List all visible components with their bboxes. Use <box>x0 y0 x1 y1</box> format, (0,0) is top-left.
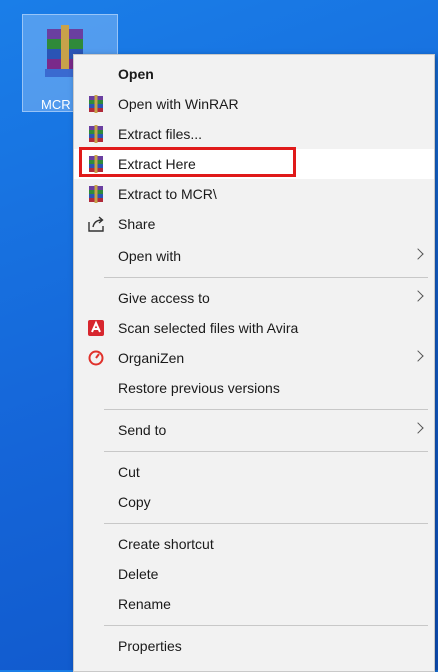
menu-item-label: Properties <box>118 638 182 654</box>
share-icon <box>88 216 104 232</box>
menu-item-label: Extract files... <box>118 126 203 142</box>
menu-item-share[interactable]: Share <box>74 209 434 239</box>
winrar-icon <box>89 125 103 143</box>
menu-item-label: Restore previous versions <box>118 380 280 396</box>
menu-item-open-with-winrar[interactable]: Open with WinRAR <box>74 89 434 119</box>
menu-item-label: Cut <box>118 464 140 480</box>
chevron-right-icon <box>412 248 424 260</box>
winrar-icon <box>89 95 103 113</box>
chevron-right-icon <box>412 422 424 434</box>
menu-item-label: Send to <box>118 422 167 438</box>
menu-item-label: Share <box>118 216 156 232</box>
menu-item-organizen[interactable]: OrganiZen <box>74 343 434 373</box>
menu-item-scan-avira[interactable]: Scan selected files with Avira <box>74 313 434 343</box>
menu-item-open[interactable]: Open <box>74 59 434 89</box>
menu-separator <box>104 277 428 278</box>
menu-separator <box>104 409 428 410</box>
menu-item-label: Rename <box>118 596 171 612</box>
menu-item-label: Open <box>118 66 154 82</box>
menu-item-label: Open with WinRAR <box>118 96 239 112</box>
menu-item-label: Scan selected files with Avira <box>118 320 299 336</box>
menu-item-send-to[interactable]: Send to <box>74 415 434 445</box>
menu-item-label: Open with <box>118 248 182 264</box>
menu-item-label: Delete <box>118 566 159 582</box>
menu-item-label: Copy <box>118 494 151 510</box>
menu-item-give-access-to[interactable]: Give access to <box>74 283 434 313</box>
chevron-right-icon <box>412 350 424 362</box>
menu-item-extract-files[interactable]: Extract files... <box>74 119 434 149</box>
menu-separator <box>104 523 428 524</box>
extract-here-highlight-box <box>79 147 296 177</box>
menu-separator <box>104 625 428 626</box>
menu-item-label: Give access to <box>118 290 210 306</box>
menu-item-restore-previous-versions[interactable]: Restore previous versions <box>74 373 434 403</box>
menu-item-extract-to[interactable]: Extract to MCR\ <box>74 179 434 209</box>
menu-item-copy[interactable]: Copy <box>74 487 434 517</box>
menu-item-cut[interactable]: Cut <box>74 457 434 487</box>
menu-separator <box>104 451 428 452</box>
menu-item-delete[interactable]: Delete <box>74 559 434 589</box>
menu-item-open-with[interactable]: Open with <box>74 241 434 271</box>
chevron-right-icon <box>412 290 424 302</box>
avira-icon <box>88 320 104 336</box>
winrar-icon <box>89 185 103 203</box>
desktop-icon-label: MCR <box>41 97 71 112</box>
menu-item-rename[interactable]: Rename <box>74 589 434 619</box>
menu-item-label: Create shortcut <box>118 536 214 552</box>
menu-item-create-shortcut[interactable]: Create shortcut <box>74 529 434 559</box>
menu-item-label: Extract to MCR\ <box>118 186 217 202</box>
menu-item-label: OrganiZen <box>118 350 185 366</box>
menu-item-properties[interactable]: Properties <box>74 631 434 661</box>
organizen-icon <box>88 350 104 366</box>
